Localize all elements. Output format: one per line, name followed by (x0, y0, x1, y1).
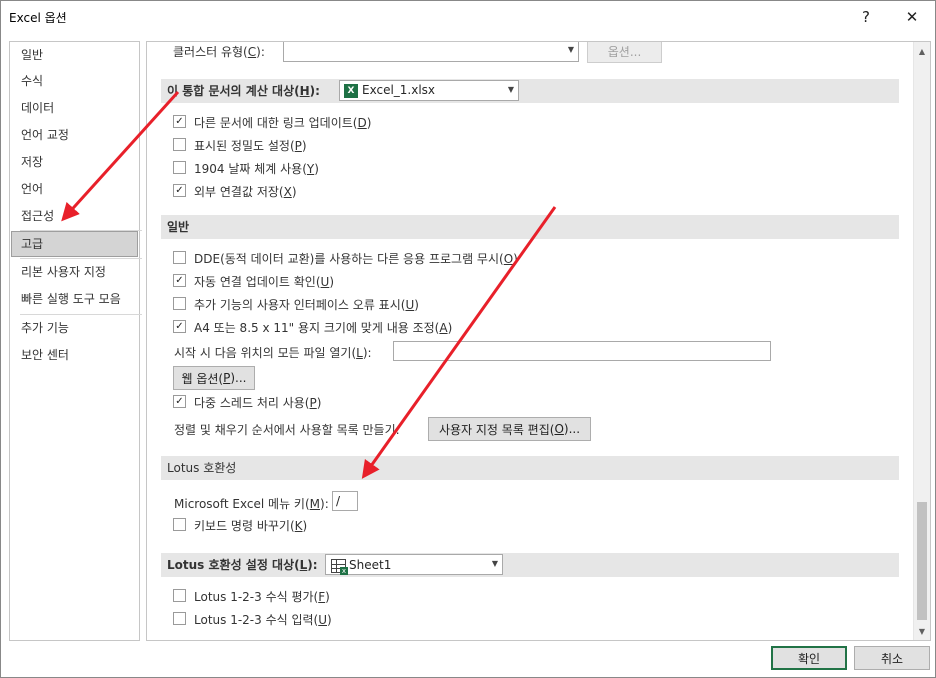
sidebar-item-proofing[interactable]: 언어 교정 (11, 122, 138, 148)
save-external-links-checkbox[interactable]: ✓ (173, 184, 186, 197)
category-sidebar: 일반 수식 데이터 언어 교정 저장 언어 접근성 고급 리본 사용자 지정 빠… (9, 41, 142, 641)
update-links-checkbox[interactable]: ✓ (173, 115, 186, 128)
sidebar-item-accessibility[interactable]: 접근성 (11, 203, 138, 229)
scale-paper-size-checkbox[interactable]: ✓ (173, 320, 186, 333)
update-links-label: 다른 문서에 대한 링크 업데이트(D) (194, 116, 372, 130)
chevron-down-icon: ▼ (491, 559, 498, 568)
cancel-button[interactable]: 취소 (854, 646, 930, 670)
ok-button[interactable]: 확인 (771, 646, 847, 670)
sort-lists-label: 정렬 및 채우기 순서에서 사용할 목록 만들기: (174, 423, 400, 437)
transition-formula-evaluation-checkbox[interactable] (173, 589, 186, 602)
web-options-button[interactable]: 웹 옵션(P)... (173, 366, 255, 390)
save-external-links-label: 외부 연결값 저장(X) (194, 185, 297, 199)
scale-paper-size-label: A4 또는 8.5 x 11" 용지 크기에 맞게 내용 조정(A) (194, 321, 453, 335)
auto-update-links-label: 자동 연결 업데이트 확인(U) (194, 275, 335, 289)
addin-ui-errors-label: 추가 기능의 사용자 인터페이스 오류 표시(U) (194, 298, 419, 312)
sidebar-item-customize-ribbon[interactable]: 리본 사용자 지정 (11, 259, 138, 285)
cluster-type-select[interactable]: ▼ (283, 42, 579, 62)
cluster-options-button[interactable]: 옵션... (587, 42, 662, 63)
chevron-down-icon: ▼ (507, 85, 514, 94)
transition-formula-evaluation-label: Lotus 1-2-3 수식 평가(F) (194, 590, 330, 604)
startup-folder-label: 시작 시 다음 위치의 모든 파일 열기(L): (174, 346, 372, 360)
sheet-select[interactable]: Sheet1 ▼ (325, 554, 503, 575)
window-title: Excel 옵션 (9, 11, 67, 25)
ignore-dde-label: DDE(동적 데이터 교환)를 사용하는 다른 응용 프로그램 무시(O) (194, 252, 518, 266)
sidebar-item-formulas[interactable]: 수식 (11, 68, 138, 94)
sidebar-item-advanced[interactable]: 고급 (11, 231, 138, 257)
options-scroll-content: 클러스터 유형(C): ▼ 옵션... 이 통합 문서의 계산 대상(H): X… (147, 42, 913, 640)
auto-update-links-checkbox[interactable]: ✓ (173, 274, 186, 287)
advanced-options-pane: 클러스터 유형(C): ▼ 옵션... 이 통합 문서의 계산 대상(H): X… (146, 41, 931, 641)
lotus-settings-header: Lotus 호환성 설정 대상(L): (161, 553, 899, 577)
date-1904-checkbox[interactable] (173, 161, 186, 174)
transition-formula-entry-label: Lotus 1-2-3 수식 입력(U) (194, 613, 332, 627)
date-1904-label: 1904 날짜 체계 사용(Y) (194, 162, 319, 176)
menu-key-input[interactable]: / (332, 491, 358, 511)
sidebar-item-data[interactable]: 데이터 (11, 95, 138, 121)
help-button[interactable]: ? (843, 1, 889, 32)
transition-nav-keys-checkbox[interactable] (173, 518, 186, 531)
precision-as-displayed-label: 표시된 정밀도 설정(P) (194, 139, 307, 153)
sidebar-item-general[interactable]: 일반 (11, 42, 138, 68)
vertical-scrollbar[interactable]: ▲ ▼ (913, 42, 930, 640)
excel-file-icon: X (344, 83, 358, 98)
workbook-name: Excel_1.xlsx (362, 83, 436, 97)
scroll-up-arrow-icon[interactable]: ▲ (914, 43, 930, 59)
options-dialog: Excel 옵션 ? ✕ 일반 수식 데이터 언어 교정 저장 언어 접근성 고… (0, 0, 936, 678)
sidebar-item-language[interactable]: 언어 (11, 176, 138, 202)
transition-nav-keys-label: 키보드 명령 바꾸기(K) (194, 519, 308, 533)
precision-as-displayed-checkbox[interactable] (173, 138, 186, 151)
title-bar: Excel 옵션 ? ✕ (1, 1, 935, 33)
general-section-header: 일반 (161, 215, 899, 239)
cluster-type-label: 클러스터 유형(C): (173, 45, 265, 59)
addin-ui-errors-checkbox[interactable] (173, 297, 186, 310)
sidebar-item-trust-center[interactable]: 보안 센터 (11, 342, 138, 368)
lotus-section-header: Lotus 호환성 (161, 456, 899, 480)
edit-custom-lists-button[interactable]: 사용자 지정 목록 편집(O)... (428, 417, 591, 441)
transition-formula-entry-checkbox[interactable] (173, 612, 186, 625)
multithread-checkbox[interactable]: ✓ (173, 395, 186, 408)
sheet-name: Sheet1 (349, 558, 392, 572)
scroll-down-arrow-icon[interactable]: ▼ (914, 623, 930, 639)
sheet-icon (331, 558, 348, 575)
sidebar-item-quick-access-toolbar[interactable]: 빠른 실행 도구 모음 (11, 286, 138, 312)
sidebar-item-add-ins[interactable]: 추가 기능 (11, 315, 138, 341)
calc-section-header: 이 통합 문서의 계산 대상(H): (161, 79, 899, 103)
ignore-dde-checkbox[interactable] (173, 251, 186, 264)
multithread-label: 다중 스레드 처리 사용(P) (194, 396, 322, 410)
close-button[interactable]: ✕ (889, 1, 935, 32)
scrollbar-thumb[interactable] (917, 502, 927, 620)
menu-key-label: Microsoft Excel 메뉴 키(M): (174, 497, 329, 511)
sidebar-item-save[interactable]: 저장 (11, 149, 138, 175)
startup-folder-input[interactable] (393, 341, 771, 361)
chevron-down-icon: ▼ (567, 45, 574, 54)
workbook-select[interactable]: X Excel_1.xlsx ▼ (339, 80, 519, 101)
